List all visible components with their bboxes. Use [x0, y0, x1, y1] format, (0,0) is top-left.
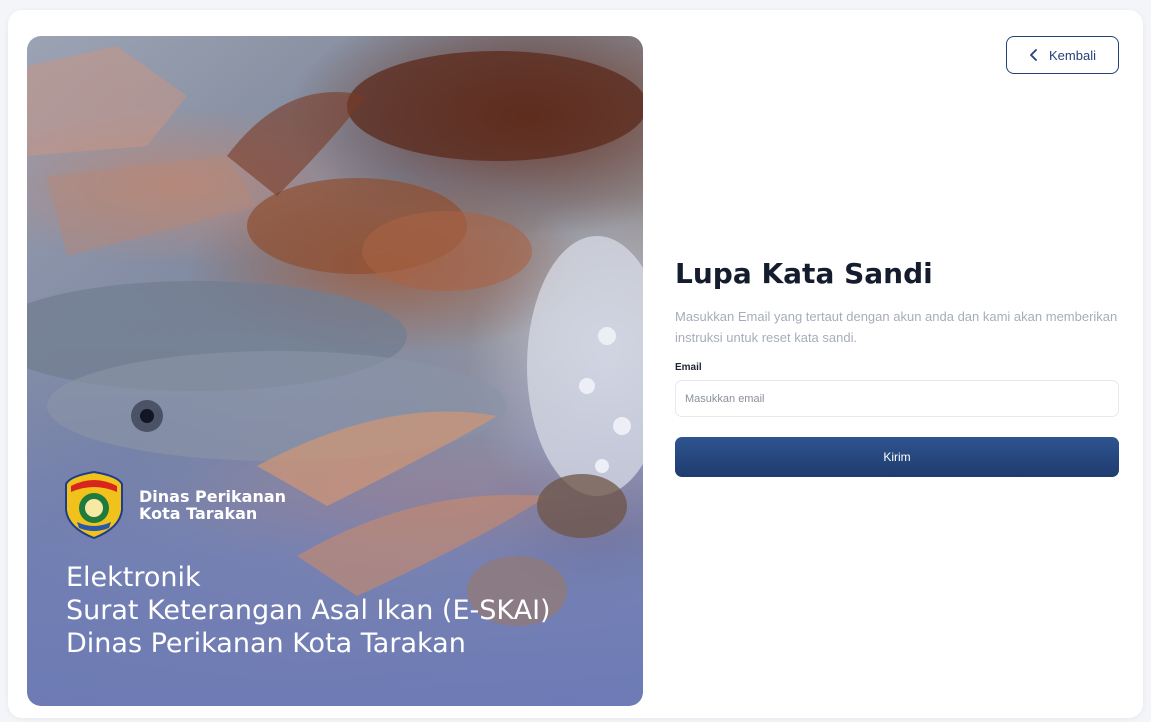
- kota-tarakan-emblem-icon: [65, 470, 123, 540]
- back-button-label: Kembali: [1049, 47, 1096, 63]
- email-label: Email: [675, 362, 702, 373]
- app-title: Elektronik Surat Keterangan Asal Ikan (E…: [66, 561, 551, 660]
- org-brand: Dinas Perikanan Kota Tarakan: [63, 470, 286, 540]
- org-name-line1: Dinas Perikanan: [139, 487, 287, 506]
- back-button[interactable]: Kembali: [1006, 36, 1119, 74]
- page-title: Lupa Kata Sandi: [675, 257, 933, 290]
- app-title-line2: Surat Keterangan Asal Ikan (E-SKAI): [66, 595, 551, 626]
- app-title-line3: Dinas Perikanan Kota Tarakan: [66, 628, 466, 659]
- submit-button[interactable]: Kirim: [675, 437, 1119, 477]
- org-name-line2: Kota Tarakan: [139, 504, 258, 523]
- hero-panel: Dinas Perikanan Kota Tarakan Elektronik …: [27, 36, 643, 706]
- app-title-line1: Elektronik: [66, 562, 201, 593]
- email-input[interactable]: [675, 380, 1119, 417]
- chevron-left-icon: [1030, 49, 1037, 61]
- form-description: Masukkan Email yang tertaut dengan akun …: [675, 309, 1118, 345]
- forgot-password-form: Lupa Kata Sandi Masukkan Email yang tert…: [675, 256, 1119, 477]
